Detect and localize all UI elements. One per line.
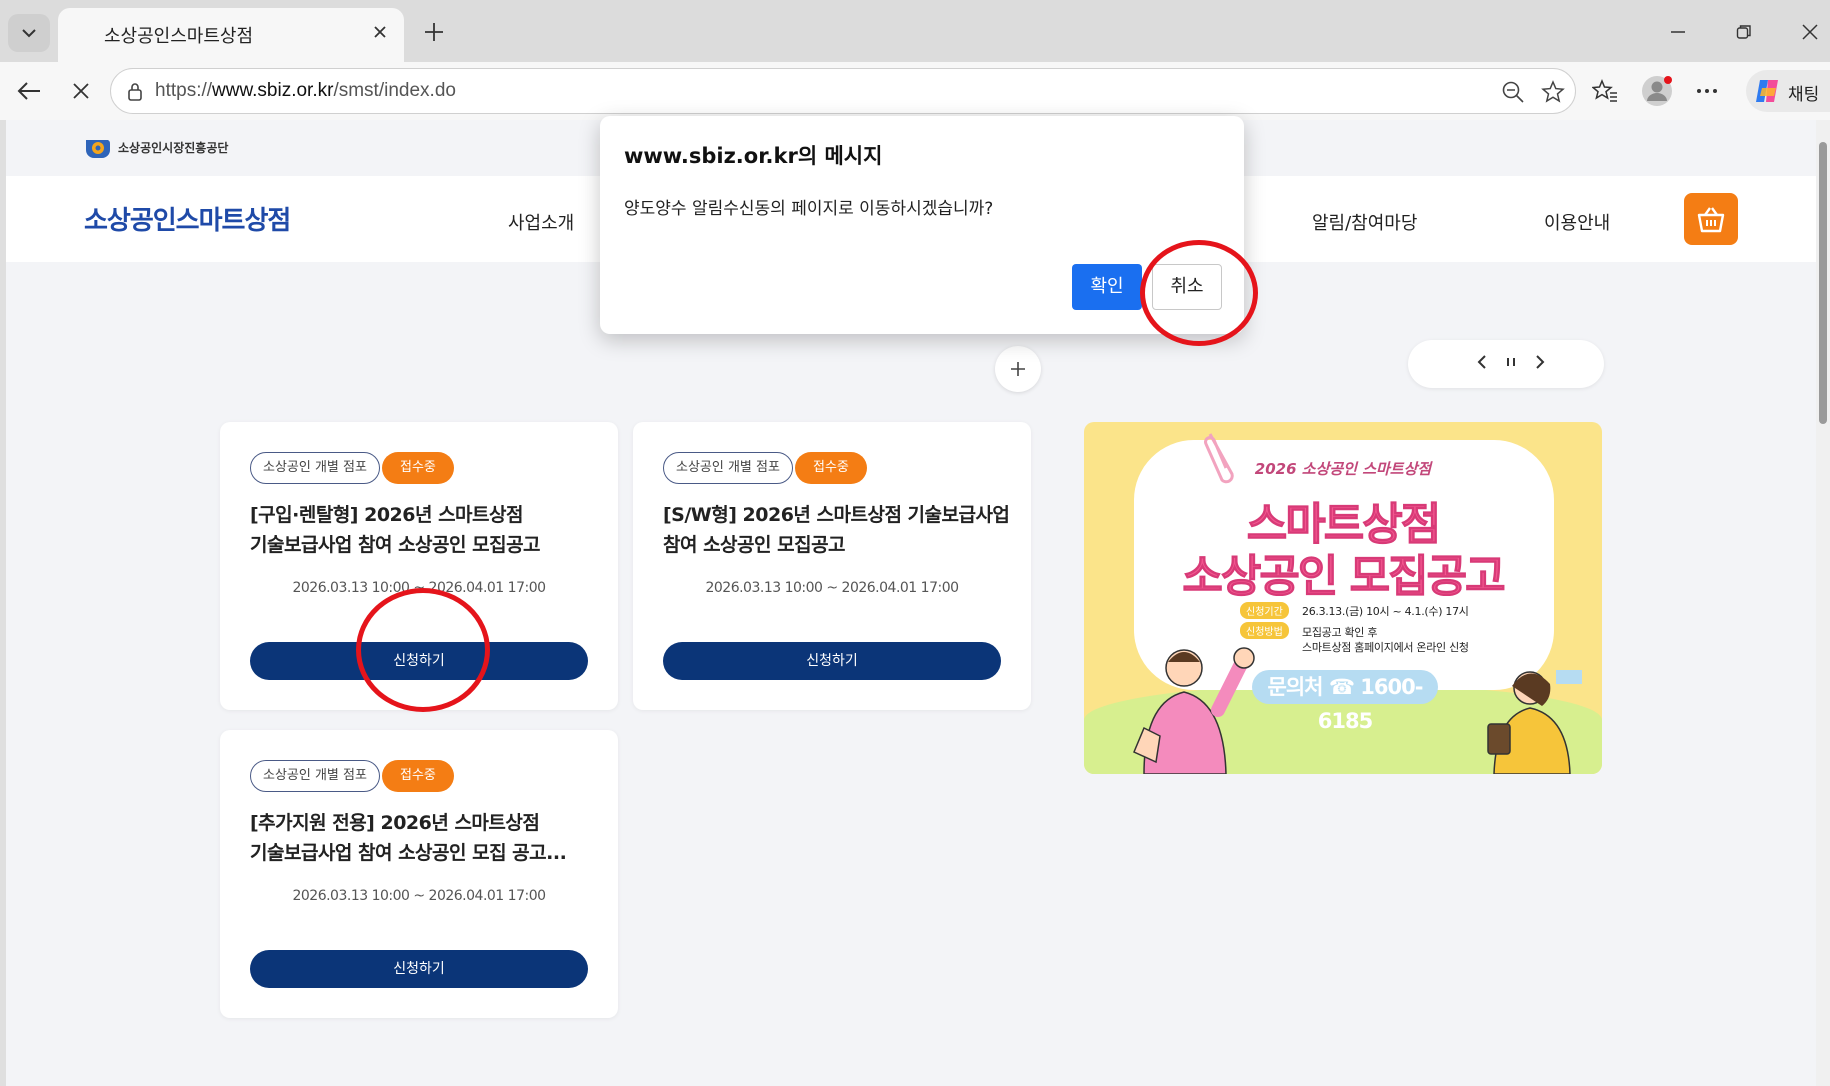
chevron-left-icon: [1477, 355, 1486, 369]
url-domain: www.sbiz.or.kr: [212, 80, 334, 101]
org-logo-icon: [86, 140, 111, 158]
site-logo[interactable]: 소상공인스마트상점: [84, 200, 291, 237]
character-left-illustration: [1133, 647, 1255, 774]
scrollbar-thumb[interactable]: [1819, 142, 1827, 424]
notice-card[interactable]: 소상공인 개별 점포 접수중 [추가지원 전용] 2026년 스마트상점 기술보…: [220, 730, 618, 1018]
store-type-badge: 소상공인 개별 점포: [250, 452, 380, 484]
url-prefix: https://: [155, 80, 213, 101]
arrow-left-icon: [17, 82, 40, 100]
notice-title-line: 기술보급사업 참여 소상공인 모집공고: [250, 534, 541, 556]
restore-button[interactable]: [1724, 16, 1764, 48]
active-tab[interactable]: 소상공인스마트상점: [58, 8, 404, 62]
more-notices-button[interactable]: [995, 346, 1041, 392]
pause-icon: [1507, 358, 1515, 366]
minimize-button[interactable]: [1658, 16, 1698, 48]
dialog-message: 양도양수 알림수신동의 페이지로 이동하시겠습니까?: [624, 199, 994, 219]
plus-icon: [425, 23, 443, 41]
notice-title[interactable]: [추가지원 전용] 2026년 스마트상점 기술보급사업 참여 소상공인 모집 …: [250, 808, 600, 868]
notice-title-line: 참여 소상공인 모집공고: [663, 534, 846, 556]
restore-icon: [1736, 25, 1751, 39]
notice-title-line: [구입·렌탈형] 2026년 스마트상점: [250, 504, 523, 526]
annotation-circle-apply: [356, 588, 490, 712]
address-toolbar: https://www.sbiz.or.kr/smst/index.do 채팅: [0, 62, 1830, 120]
url-text[interactable]: https://www.sbiz.or.kr/smst/index.do: [155, 80, 456, 102]
store-type-badge: 소상공인 개별 점포: [663, 452, 793, 484]
tab-actions-button[interactable]: [8, 14, 50, 52]
status-badge: 접수중: [382, 760, 454, 792]
menu-item-business[interactable]: 사업소개: [508, 209, 574, 235]
cart-button[interactable]: [1684, 193, 1738, 245]
store-type-badge: 소상공인 개별 점포: [250, 760, 380, 792]
application-period: 2026.03.13 10:00 ~ 2026.04.01 17:00: [705, 580, 959, 596]
minimize-icon: [1671, 31, 1685, 33]
banner-method-text: 모집공고 확인 후: [1302, 626, 1378, 639]
banner-subtitle: 2026 소상공인 스마트상점: [1254, 460, 1432, 478]
notice-title-line: [추가지원 전용] 2026년 스마트상점: [250, 812, 540, 834]
ok-button[interactable]: 확인: [1072, 264, 1142, 310]
copilot-label: 채팅: [1788, 85, 1820, 105]
promo-banner[interactable]: 2026 소상공인 스마트상점 스마트상점 소상공인 모집공고 신청기간 26.…: [1084, 422, 1602, 774]
new-tab-button[interactable]: [418, 16, 450, 48]
back-button[interactable]: [12, 74, 46, 108]
copilot-icon: [1756, 80, 1778, 102]
menu-item-notice[interactable]: 알림/참여마당: [1312, 209, 1417, 235]
banner-slider-controls: [1408, 340, 1604, 388]
apply-button[interactable]: 신청하기: [250, 950, 588, 988]
close-icon: [1802, 24, 1818, 40]
favorite-star-icon[interactable]: [1539, 78, 1567, 106]
address-bar[interactable]: https://www.sbiz.or.kr/smst/index.do: [110, 68, 1576, 114]
zoom-out-icon[interactable]: [1499, 78, 1527, 106]
org-name: 소상공인시장진흥공단: [118, 140, 229, 155]
slider-next-button[interactable]: [1534, 352, 1546, 377]
plus-icon: [1011, 362, 1025, 376]
character-right-illustration: [1487, 670, 1582, 774]
dialog-title: www.sbiz.or.kr의 메시지: [624, 144, 883, 168]
tab-close-button[interactable]: [368, 20, 392, 44]
status-badge: 접수중: [382, 452, 454, 484]
menu-item-guide[interactable]: 이용안내: [1544, 209, 1610, 235]
page-scrollbar[interactable]: [1816, 120, 1830, 1086]
slider-prev-button[interactable]: [1476, 352, 1488, 377]
tab-title: 소상공인스마트상점: [104, 26, 254, 47]
annotation-circle-cancel: [1140, 240, 1258, 346]
status-badge: 접수중: [795, 452, 867, 484]
url-path: /smst/index.do: [333, 80, 456, 101]
notice-title[interactable]: [S/W형] 2026년 스마트상점 기술보급사업 참여 소상공인 모집공고: [663, 500, 1013, 560]
notice-title-line: [S/W형] 2026년 스마트상점 기술보급사업: [663, 504, 1010, 526]
more-menu-icon[interactable]: [1690, 74, 1724, 108]
favorites-icon[interactable]: [1588, 74, 1622, 108]
close-icon: [73, 83, 89, 99]
org-logo[interactable]: 소상공인시장진흥공단: [84, 136, 228, 158]
copilot-chat-button[interactable]: 채팅: [1746, 70, 1830, 112]
apply-button[interactable]: 신청하기: [663, 642, 1001, 680]
slider-pause-button[interactable]: [1504, 352, 1518, 377]
close-window-button[interactable]: [1790, 16, 1830, 48]
close-icon: [374, 26, 386, 38]
banner-headline: 소상공인 모집공고: [1182, 551, 1506, 603]
notice-title[interactable]: [구입·렌탈형] 2026년 스마트상점 기술보급사업 참여 소상공인 모집공고: [250, 500, 600, 560]
banner-period-text: 26.3.13.(금) 10시 ~ 4.1.(수) 17시: [1302, 605, 1469, 618]
notice-title-line: 기술보급사업 참여 소상공인 모집 공고...: [250, 842, 567, 864]
banner-method-text: 스마트상점 홈페이지에서 온라인 신청: [1302, 641, 1469, 654]
notice-card[interactable]: 소상공인 개별 점포 접수중 [S/W형] 2026년 스마트상점 기술보급사업…: [633, 422, 1031, 710]
basket-icon: [1697, 207, 1725, 233]
lock-icon[interactable]: [121, 78, 149, 106]
application-period: 2026.03.13 10:00 ~ 2026.04.01 17:00: [292, 888, 546, 904]
chevron-right-icon: [1536, 355, 1545, 369]
chevron-down-icon: [22, 29, 36, 38]
banner-period-tag: 신청기간: [1240, 602, 1289, 619]
stop-loading-button[interactable]: [64, 74, 98, 108]
profile-avatar-icon[interactable]: [1640, 74, 1674, 108]
banner-contact: 문의처 ☎ 1600-6185: [1252, 670, 1438, 733]
tab-bar: 소상공인스마트상점: [0, 0, 1830, 62]
